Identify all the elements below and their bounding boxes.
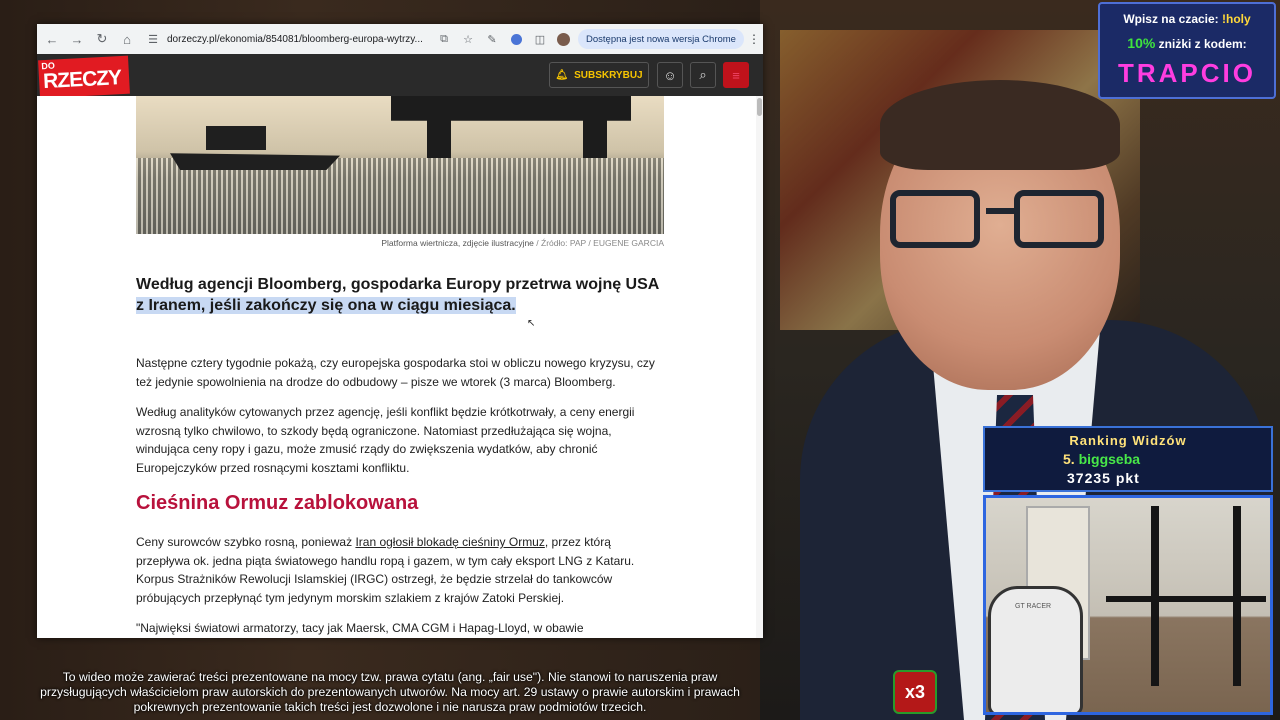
hormuz-blockade-link[interactable]: Iran ogłosił blokadę cieśniny Ormuz [355,535,544,549]
bookmark-star-icon[interactable]: ☆ [459,30,477,48]
article-lead: Według agencji Bloomberg, gospodarka Eur… [136,274,666,316]
address-bar[interactable]: dorzeczy.pl/ekonomia/854081/bloomberg-eu… [167,34,429,45]
forward-icon[interactable]: → [67,29,87,49]
streamer-hair [880,80,1120,170]
image-caption-text: Platforma wiertnicza, zdjęcie ilustracyj… [381,238,534,248]
extension-blue-icon[interactable] [507,30,525,48]
hero-oil-platform [391,96,631,158]
bot-badge-icon: x3 [893,670,937,714]
webcam-overlay: GT RACER [983,495,1273,715]
logo-main: RZECZY [42,66,122,94]
lead-highlighted-text[interactable]: z Iranem, jeśli zakończy się ona w ciągu… [136,297,516,314]
paragraph-3-start: Ceny surowców szybko rosną, ponieważ [136,535,356,549]
back-icon[interactable]: ← [42,29,62,49]
paragraph-2: Według analityków cytowanych przez agenc… [136,405,635,475]
more-icon[interactable]: ⋮ [748,32,760,46]
bell-icon: 🔔︎ [555,69,569,81]
promo-line-1: Wpisz na czacie: !holy [1100,12,1274,26]
ranking-position: 5. [1063,451,1075,467]
promo-code: TRAPCIO [1118,58,1256,88]
promo-overlay: Wpisz na czacie: !holy 10% zniżki z kode… [1098,2,1276,99]
promo-percent: 10% [1127,35,1156,51]
promo-command: !holy [1222,12,1251,26]
site-header: DO RZECZY 🔔︎ SUBSKRYBUJ ☺ ⌕ ≡ [37,54,763,99]
promo-line-2: 10% zniżki z kodem: [1100,35,1274,51]
search-icon[interactable]: ⌕ [690,62,716,88]
scrollbar-thumb[interactable] [757,98,762,116]
paragraph-3: Ceny surowców szybko rosną, ponieważ Ira… [136,533,666,607]
ranking-user: biggseba [1078,451,1141,467]
menu-icon[interactable]: ≡ [723,62,749,88]
ranking-entry: 5. biggseba [1063,451,1140,467]
fair-use-disclaimer: To wideo może zawierać treści prezentowa… [40,670,740,714]
home-icon[interactable]: ⌂ [117,29,137,49]
lead-text: Według agencji Bloomberg, gospodarka Eur… [136,276,659,293]
chrome-update-button[interactable]: Dostępna jest nowa wersja Chrome [578,29,744,49]
image-source: / Źródło: PAP / EUGENE GARCIA [536,238,664,248]
section-heading: Cieśnina Ormuz zablokowana [136,492,419,514]
subscribe-button[interactable]: 🔔︎ SUBSKRYBUJ [549,62,649,88]
article-content: Platforma wiertnicza, zdjęcie ilustracyj… [37,96,763,638]
browser-toolbar: ← → ↻ ⌂ ☰ dorzeczy.pl/ekonomia/854081/bl… [37,24,763,54]
viewer-ranking-overlay: Ranking Widzów 5. biggseba 37235 pkt [983,426,1273,492]
site-info-icon[interactable]: ☰ [145,31,161,47]
mouse-cursor-icon: ↖ [527,318,536,329]
paragraph-1: Następne cztery tygodnie pokażą, czy eur… [136,356,655,389]
subscribe-label: SUBSKRYBUJ [574,69,643,81]
install-icon[interactable]: ⧉ [435,30,453,48]
image-caption: Platforma wiertnicza, zdjęcie ilustracyj… [136,238,664,248]
profile-avatar[interactable] [557,32,570,46]
ranking-points: 37235 pkt [1067,470,1140,486]
extensions-puzzle-icon[interactable]: ◫ [531,30,549,48]
webcam-gaming-chair: GT RACER [988,586,1083,712]
browser-window: ← → ↻ ⌂ ☰ dorzeczy.pl/ekonomia/854081/bl… [37,24,763,638]
promo-prefix: Wpisz na czacie: [1123,12,1223,26]
reload-icon[interactable]: ↻ [92,29,112,49]
webcam-barbell [1106,596,1266,602]
user-icon[interactable]: ☺ [657,62,683,88]
ranking-title: Ranking Widzów [1069,433,1187,448]
article-hero-image [136,96,664,234]
promo-discount-text: zniżki z kodem: [1155,37,1247,51]
site-logo[interactable]: DO RZECZY [38,55,130,99]
chair-brand-logo: GT RACER [1015,603,1052,610]
streamer-glasses [890,190,1110,252]
page-scrollbar[interactable] [756,96,763,638]
extension-icon[interactable]: ✎ [483,30,501,48]
hero-ship-cabin [206,126,266,150]
paragraph-4: "Najwięksi światowi armatorzy, tacy jak … [136,621,584,635]
